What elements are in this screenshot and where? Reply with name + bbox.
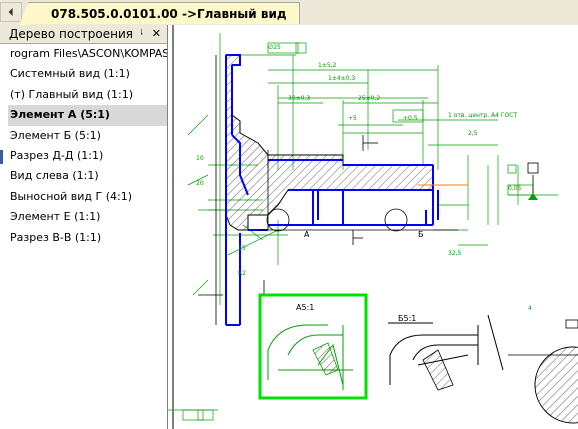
element-b-title: Б5:1 [398, 314, 416, 323]
view-mark-a: А [304, 230, 310, 239]
svg-text:+0,5: +0,5 [403, 115, 418, 122]
tree-panel-title: Дерево построения [9, 27, 133, 41]
section-circle [534, 346, 578, 424]
tree-item[interactable]: Элемент Е (1:1) [10, 207, 167, 227]
svg-text:30±0,3: 30±0,3 [288, 95, 310, 102]
tree-item[interactable]: Системный вид (1:1) [10, 64, 167, 84]
drawing-canvas[interactable]: А Б ∅25 1±5,2 1±4±0,3 30±0,3 25±0,2 +5 +… [168, 25, 578, 429]
svg-text:4: 4 [528, 305, 532, 312]
document-tab-bar: ⏴ 078.505.0.0101.00 ->Главный вид [0, 0, 578, 26]
close-icon[interactable]: ✕ [152, 25, 161, 43]
element-b-hatch [422, 349, 454, 391]
document-tab[interactable]: 078.505.0.0101.00 ->Главный вид [19, 2, 300, 25]
section-mark [565, 319, 578, 329]
svg-text:∅25: ∅25 [268, 44, 281, 51]
drawing-svg: А Б ∅25 1±5,2 1±4±0,3 30±0,3 25±0,2 +5 +… [168, 25, 578, 429]
tree-panel: Дерево построения ᛍ ✕ rogram Files\ASCON… [0, 25, 168, 429]
tree-item[interactable]: Разрез Д-Д (1:1) [10, 146, 167, 166]
tree-item[interactable]: (т) Главный вид (1:1) [10, 85, 167, 105]
tree-item[interactable]: Выносной вид Г (4:1) [10, 187, 167, 207]
tree-item-selected[interactable]: Элемент А (5:1) [8, 105, 167, 126]
svg-text:25±0,2: 25±0,2 [358, 95, 380, 102]
svg-text:+5: +5 [348, 115, 357, 122]
tree-list: rogram Files\ASCON\KOMPAS-3 Системный ви… [0, 44, 167, 248]
circle-b [384, 208, 408, 232]
selection-indicator [0, 150, 3, 164]
svg-text:15: 15 [238, 245, 246, 252]
svg-text:R2: R2 [238, 270, 246, 277]
tree-item[interactable]: Вид слева (1:1) [10, 166, 167, 186]
view-mark-b: Б [418, 230, 424, 239]
svg-text:10: 10 [196, 155, 204, 162]
tree-panel-header: Дерево построения ᛍ ✕ [0, 25, 167, 44]
svg-text:32,5: 32,5 [448, 250, 462, 257]
pin-icon[interactable]: ᛍ [138, 25, 145, 43]
tree-item[interactable]: Разрез В-В (1:1) [10, 228, 167, 248]
tree-item[interactable]: rogram Files\ASCON\KOMPAS-3 [10, 44, 167, 64]
svg-text:20: 20 [196, 180, 204, 187]
element-a-title: А5:1 [296, 303, 314, 312]
svg-text:1 отв. центр. А4 ГОСТ: 1 отв. центр. А4 ГОСТ [448, 112, 517, 119]
svg-text:1±4±0,3: 1±4±0,3 [328, 75, 355, 82]
svg-text:2,5: 2,5 [468, 130, 478, 137]
tree-item[interactable]: Элемент Б (5:1) [10, 126, 167, 146]
svg-text:0,05: 0,05 [508, 185, 522, 192]
svg-text:1±5,2: 1±5,2 [318, 62, 337, 69]
